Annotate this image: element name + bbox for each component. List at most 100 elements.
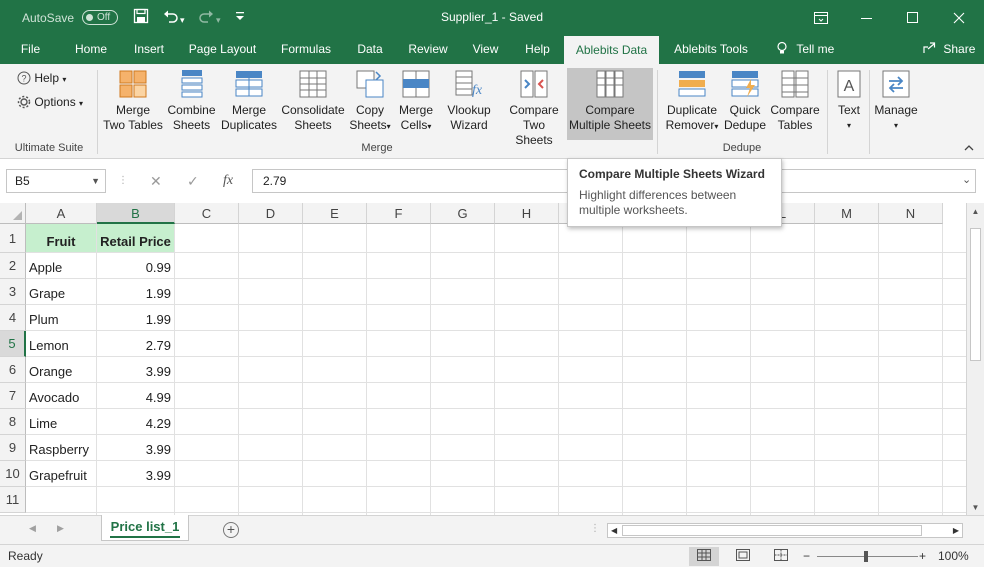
row-header-8[interactable]: 8 [0,409,26,435]
zoom-slider-knob[interactable] [864,551,868,562]
cancel-icon[interactable]: ✕ [150,169,162,193]
name-box[interactable]: B5 ▼ [6,169,106,193]
tab-formulas[interactable]: Formulas [275,35,337,64]
scroll-left-icon[interactable]: ◀ [611,524,617,537]
undo-icon[interactable] [163,8,179,29]
row-header-3[interactable]: 3 [0,279,26,305]
cell-b2[interactable]: 0.99 [97,253,174,278]
cell-b7[interactable]: 4.99 [97,383,174,408]
expand-formula-bar-icon[interactable]: ⌄ [962,173,971,186]
quick-dedupe-button[interactable]: Quick Dedupe [722,68,768,140]
share-button[interactable]: Share [922,35,975,64]
cell-b8[interactable]: 4.29 [97,409,174,434]
tab-home[interactable]: Home [68,35,114,64]
column-header-d[interactable]: D [239,203,303,224]
name-box-dropdown-icon[interactable]: ▼ [91,170,100,192]
cell-b4[interactable]: 1.99 [97,305,174,330]
tab-review[interactable]: Review [403,35,453,64]
cell-a6[interactable]: Orange [26,357,96,382]
redo-icon[interactable] [198,8,214,29]
text-button[interactable]: A Text ▾ [831,68,867,140]
cell-a7[interactable]: Avocado [26,383,96,408]
cell-b6[interactable]: 3.99 [97,357,174,382]
merge-two-tables-button[interactable]: Merge Two Tables [101,68,165,140]
add-sheet-icon[interactable]: + [223,522,239,538]
cell-b5[interactable]: 2.79 [97,331,174,356]
zoom-in-button[interactable]: + [919,549,926,563]
ribbon-display-options-icon[interactable] [798,0,844,35]
cell-b1[interactable]: Retail Price [97,224,174,252]
tab-ablebits-data[interactable]: Ablebits Data [564,35,659,64]
tab-view[interactable]: View [465,35,506,64]
undo-dropdown-icon[interactable]: ▾ [180,11,185,29]
duplicate-remover-button[interactable]: Duplicate Remover▾ [661,68,723,140]
options-button[interactable]: Options ▾ [17,95,83,109]
vlookup-wizard-button[interactable]: fx Vlookup Wizard [443,68,495,140]
save-icon[interactable] [133,8,149,29]
manage-button[interactable]: Manage ▾ [872,68,920,140]
copy-sheets-button[interactable]: Copy Sheets▾ [346,68,394,140]
zoom-slider[interactable] [817,551,918,562]
tab-splitter-grip[interactable]: ⋮ [590,523,600,534]
cell-a5[interactable]: Lemon [26,331,96,356]
horizontal-scrollbar[interactable]: ◀ ▶ [607,523,963,538]
select-all-corner[interactable] [0,203,26,224]
page-break-view-button[interactable] [766,547,796,566]
compare-multiple-sheets-button[interactable]: Compare Multiple Sheets [567,68,653,140]
zoom-out-button[interactable]: − [803,549,810,563]
column-header-m[interactable]: M [815,203,879,224]
tab-insert[interactable]: Insert [126,35,172,64]
sheet-prev-icon[interactable]: ◀ [29,523,36,534]
minimize-icon[interactable] [844,0,890,35]
column-header-c[interactable]: C [175,203,239,224]
close-icon[interactable] [936,0,982,35]
help-button[interactable]: ? Help ▾ [17,71,66,85]
sheet-next-icon[interactable]: ▶ [57,523,64,534]
autosave-toggle[interactable]: Off [82,10,118,25]
tab-page-layout[interactable]: Page Layout [184,35,261,64]
consolidate-sheets-button[interactable]: Consolidate Sheets [279,68,347,140]
column-header-a[interactable]: A [26,203,97,224]
scroll-down-icon[interactable]: ▼ [967,503,984,512]
row-header-5[interactable]: 5 [0,331,26,357]
scroll-right-icon[interactable]: ▶ [953,524,959,537]
cell-a8[interactable]: Lime [26,409,96,434]
row-header-1[interactable]: 1 [0,224,26,253]
column-header-f[interactable]: F [367,203,431,224]
row-header-6[interactable]: 6 [0,357,26,383]
tab-file[interactable]: File [8,35,53,64]
row-header-2[interactable]: 2 [0,253,26,279]
row-header-7[interactable]: 7 [0,383,26,409]
column-header-g[interactable]: G [431,203,495,224]
cell-a3[interactable]: Grape [26,279,96,304]
cell-b3[interactable]: 1.99 [97,279,174,304]
merge-duplicates-button[interactable]: Merge Duplicates [218,68,280,140]
column-header-h[interactable]: H [495,203,559,224]
row-header-4[interactable]: 4 [0,305,26,331]
cell-a2[interactable]: Apple [26,253,96,278]
column-header-e[interactable]: E [303,203,367,224]
scroll-up-icon[interactable]: ▲ [967,207,984,216]
compare-tables-button[interactable]: Compare Tables [767,68,823,140]
cell-a1[interactable]: Fruit [26,224,96,252]
row-header-11[interactable]: 11 [0,487,26,513]
maximize-icon[interactable] [890,0,936,35]
combine-sheets-button[interactable]: Combine Sheets [164,68,219,140]
tab-data[interactable]: Data [349,35,391,64]
redo-dropdown-icon[interactable]: ▾ [216,11,221,29]
row-header-10[interactable]: 10 [0,461,26,487]
normal-view-button[interactable] [689,547,719,566]
vertical-scrollbar[interactable]: ▲ ▼ [966,203,984,515]
row-header-9[interactable]: 9 [0,435,26,461]
cell-a10[interactable]: Grapefruit [26,461,96,486]
merge-cells-button[interactable]: Merge Cells▾ [394,68,438,140]
cell-b10[interactable]: 3.99 [97,461,174,486]
page-layout-view-button[interactable] [728,547,758,566]
sheet-tab-price-list-1[interactable]: Price list_1 [101,515,189,541]
enter-icon[interactable]: ✓ [187,169,199,193]
worksheet-grid[interactable]: ABCDEFGHIJKLMN 1234567891011 FruitRetail… [0,203,966,515]
tell-me-search[interactable]: Tell me [775,35,834,64]
compare-two-sheets-button[interactable]: Compare Two Sheets [503,68,565,147]
insert-function-icon[interactable]: fx [223,169,233,193]
tab-help[interactable]: Help [518,35,557,64]
